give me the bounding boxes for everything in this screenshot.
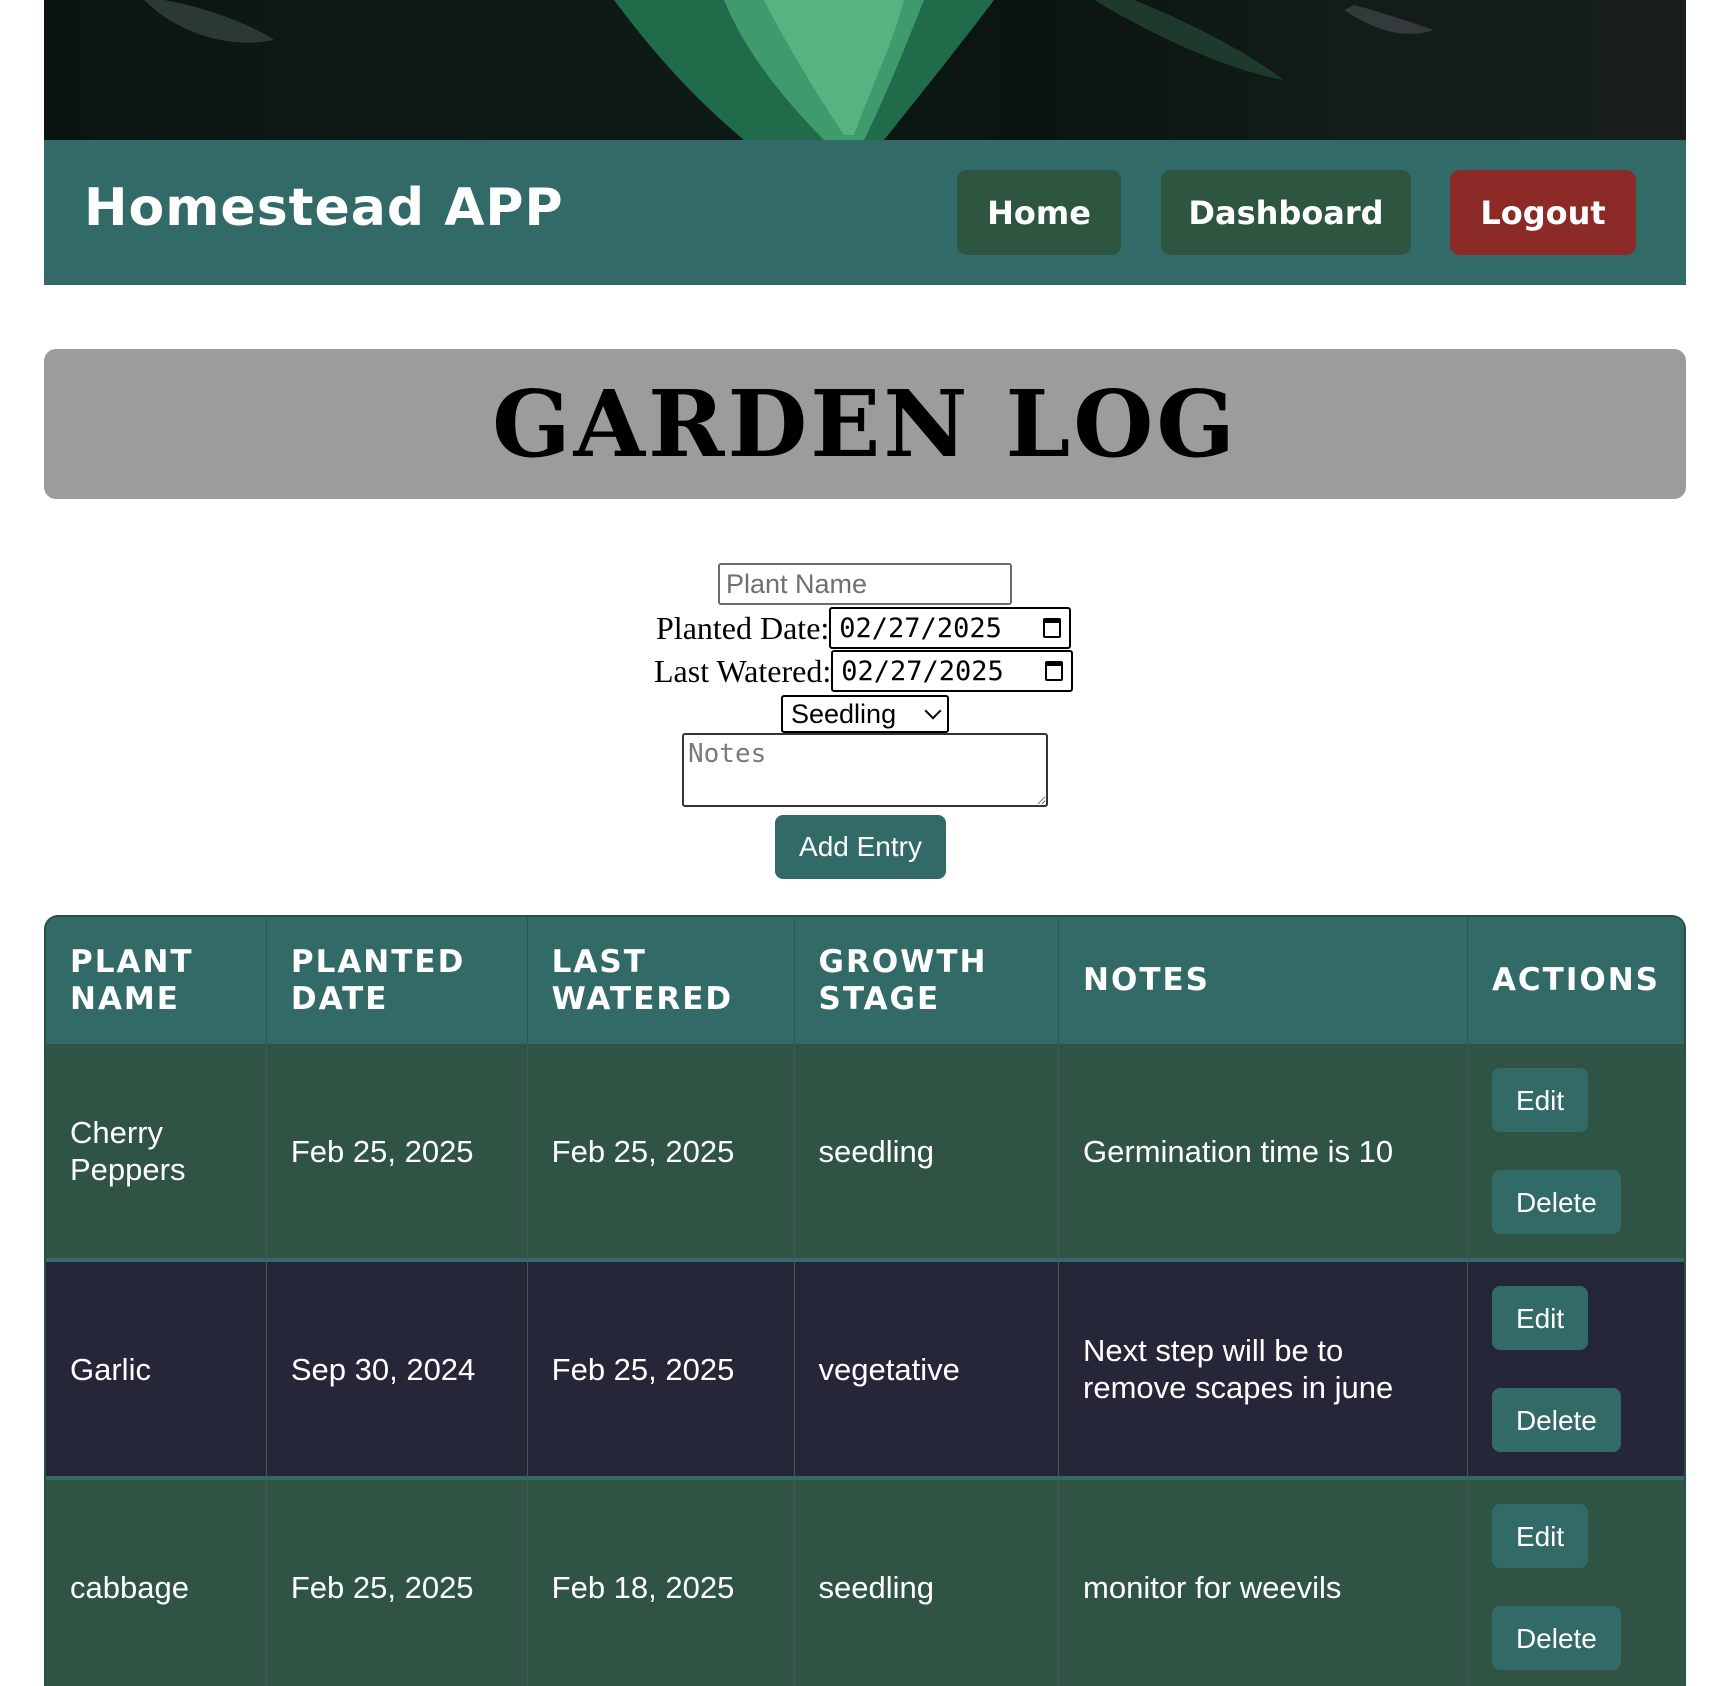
page-title: GARDEN LOG <box>492 370 1238 478</box>
table-row: cabbage Feb 25, 2025 Feb 18, 2025 seedli… <box>46 1480 1684 1686</box>
cell-planted-date: Feb 25, 2025 <box>266 1480 528 1686</box>
hero-plant-image <box>44 0 1686 140</box>
chevron-down-icon <box>924 702 942 720</box>
delete-button[interactable]: Delete <box>1491 1388 1621 1452</box>
page-title-banner: GARDEN LOG <box>44 349 1686 499</box>
cell-plant-name: Garlic <box>46 1262 267 1476</box>
garden-log-table: PLANT NAME PLANTED DATE LAST WATERED GRO… <box>44 915 1686 1686</box>
column-header-notes: NOTES <box>1058 917 1468 1044</box>
column-header-planted-date: PLANTED DATE <box>266 917 528 1044</box>
top-navbar: Homestead APP Home Dashboard Logout <box>44 140 1686 285</box>
last-watered-value: 02/27/2025 <box>841 655 1004 687</box>
planted-date-input[interactable]: 02/27/2025 <box>829 607 1072 649</box>
delete-button[interactable]: Delete <box>1491 1606 1621 1670</box>
logout-button[interactable]: Logout <box>1450 170 1636 255</box>
cell-last-watered: Feb 25, 2025 <box>527 1262 795 1476</box>
home-button[interactable]: Home <box>957 170 1121 255</box>
cell-plant-name: cabbage <box>46 1480 267 1686</box>
cell-last-watered: Feb 25, 2025 <box>527 1044 795 1258</box>
app-brand[interactable]: Homestead APP <box>84 178 564 238</box>
column-header-last-watered: LAST WATERED <box>527 917 795 1044</box>
delete-button[interactable]: Delete <box>1491 1170 1621 1234</box>
cell-growth-stage: vegetative <box>794 1262 1060 1476</box>
cell-plant-name: Cherry Peppers <box>46 1044 267 1258</box>
column-header-actions: ACTIONS <box>1467 917 1684 1044</box>
table-row: Garlic Sep 30, 2024 Feb 25, 2025 vegetat… <box>46 1262 1684 1476</box>
last-watered-row: Last Watered: 02/27/2025 <box>654 650 1074 692</box>
cell-last-watered: Feb 18, 2025 <box>527 1480 795 1686</box>
cell-notes: Germination time is 10 <box>1058 1044 1468 1258</box>
planted-date-row: Planted Date: 02/27/2025 <box>656 607 1072 649</box>
edit-button[interactable]: Edit <box>1491 1286 1589 1350</box>
leaf-graphic <box>144 0 1434 140</box>
cell-planted-date: Feb 25, 2025 <box>266 1044 528 1258</box>
cell-actions: Edit Delete <box>1467 1262 1684 1476</box>
plant-name-input[interactable] <box>718 563 1012 605</box>
column-header-plant-name: PLANT NAME <box>46 917 267 1044</box>
cell-actions: Edit Delete <box>1467 1480 1684 1686</box>
cell-actions: Edit Delete <box>1467 1044 1684 1258</box>
planted-date-value: 02/27/2025 <box>839 612 1002 644</box>
growth-stage-value: Seedling <box>791 698 897 729</box>
last-watered-input[interactable]: 02/27/2025 <box>831 650 1074 692</box>
cell-notes: monitor for weevils <box>1058 1480 1468 1686</box>
cell-notes: Next step will be to remove scapes in ju… <box>1058 1262 1468 1476</box>
planted-date-label: Planted Date: <box>656 609 830 646</box>
add-entry-button[interactable]: Add Entry <box>775 815 946 879</box>
table-header-row: PLANT NAME PLANTED DATE LAST WATERED GRO… <box>46 917 1684 1044</box>
page: Homestead APP Home Dashboard Logout GARD… <box>0 0 1730 1686</box>
last-watered-label: Last Watered: <box>654 652 832 689</box>
cell-planted-date: Sep 30, 2024 <box>266 1262 528 1476</box>
cell-growth-stage: seedling <box>794 1044 1060 1258</box>
edit-button[interactable]: Edit <box>1491 1504 1589 1568</box>
edit-button[interactable]: Edit <box>1491 1068 1589 1132</box>
growth-stage-select[interactable]: Seedling <box>781 695 949 733</box>
calendar-icon[interactable] <box>1043 618 1062 638</box>
notes-textarea[interactable] <box>682 733 1048 807</box>
dashboard-button[interactable]: Dashboard <box>1161 170 1411 255</box>
column-header-growth-stage: GROWTH STAGE <box>794 917 1060 1044</box>
table-row: Cherry Peppers Feb 25, 2025 Feb 25, 2025… <box>46 1044 1684 1258</box>
cell-growth-stage: seedling <box>794 1480 1060 1686</box>
calendar-icon[interactable] <box>1045 661 1064 681</box>
